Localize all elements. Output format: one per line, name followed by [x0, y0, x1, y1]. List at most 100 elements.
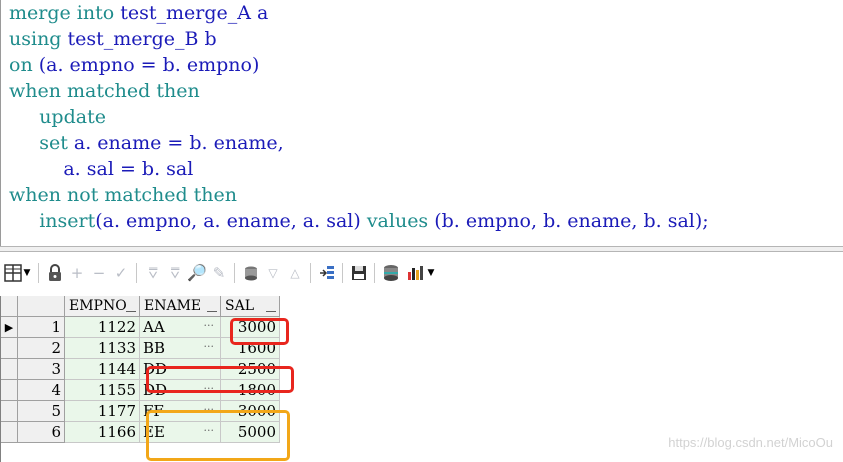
clear-filter-icon[interactable]: ⩢: [164, 262, 186, 284]
code-line: a. sal = b. sal: [9, 156, 193, 182]
sql-keyword: update: [9, 106, 106, 128]
sql-text: (a. empno, a. ename, a. sal): [95, 210, 367, 232]
save-icon[interactable]: [348, 262, 370, 284]
post-record-icon[interactable]: ✓: [110, 262, 132, 284]
sql-keyword: when matched then: [9, 80, 200, 102]
column-header-sal[interactable]: SAL: [220, 296, 280, 317]
lock-icon[interactable]: [44, 262, 66, 284]
row-indicator: [1, 400, 18, 422]
query-by-example-icon[interactable]: [240, 262, 262, 284]
cell-empno[interactable]: 1166: [64, 421, 140, 443]
column-header-ename[interactable]: ENAME: [139, 296, 221, 317]
chart-icon[interactable]: [404, 262, 426, 284]
cell-ename[interactable]: AA ···: [139, 316, 221, 338]
rownum-header: [17, 296, 65, 317]
highlight-sal-row1: [230, 318, 289, 345]
header-row: EMPNO ENAME SAL: [1, 296, 280, 317]
sql-text: a. sal = b. sal: [9, 158, 194, 180]
add-record-icon[interactable]: +: [66, 262, 88, 284]
sql-keyword: when not matched then: [9, 184, 238, 206]
toolbar-separator: [374, 263, 375, 283]
cell-empno-value: 1133: [97, 339, 136, 357]
cell-empno-value: 1144: [97, 360, 136, 378]
cell-empno[interactable]: 1122: [64, 316, 140, 338]
row-indicator-value: ▶: [4, 320, 14, 334]
toolbar-separator: [234, 263, 235, 283]
cell-empno-value: 1122: [97, 318, 136, 336]
sort-marker: [266, 311, 276, 312]
sql-editor[interactable]: merge into test_merge_A a using test_merg…: [0, 0, 843, 246]
row-number: 5: [17, 400, 65, 422]
sql-keyword: on: [9, 54, 39, 76]
cell-ename-value: BB: [143, 339, 166, 357]
ellipsis-button[interactable]: ···: [204, 340, 215, 353]
row-indicator: [1, 421, 18, 443]
cell-empno-value: 1177: [97, 402, 136, 420]
cell-empno[interactable]: 1177: [64, 400, 140, 422]
cell-ename[interactable]: BB ···: [139, 337, 221, 359]
sql-keyword: merge into: [9, 2, 121, 24]
row-number: 4: [17, 379, 65, 401]
row-number-value: 2: [51, 339, 61, 357]
chart-dropdown-icon[interactable]: ▼: [424, 262, 438, 284]
cell-empno[interactable]: 1144: [64, 358, 140, 380]
result-grid[interactable]: EMPNO ENAME SAL ▶ 1 1122 AA ··· 3000 2 1133 BB ··…: [0, 296, 300, 462]
database-icon[interactable]: [380, 262, 402, 284]
row-number-value: 5: [51, 402, 61, 420]
delete-record-icon[interactable]: −: [88, 262, 110, 284]
dropdown-arrow-icon[interactable]: ▼: [20, 262, 34, 284]
sql-keyword: set: [9, 132, 74, 154]
row-number: 1: [17, 316, 65, 338]
row-number-value: 4: [51, 381, 61, 399]
clear-icon[interactable]: ✎: [208, 262, 230, 284]
cell-empno[interactable]: 1133: [64, 337, 140, 359]
column-header-label: ENAME: [144, 298, 202, 314]
column-header-empno[interactable]: EMPNO: [64, 296, 140, 317]
row-number-value: 1: [51, 318, 61, 336]
ellipsis-button[interactable]: ···: [204, 319, 215, 332]
cell-empno-value: 1166: [97, 423, 136, 441]
code-line: insert(a. empno, a. ename, a. sal) value…: [9, 208, 708, 234]
cell-ename-value: AA: [143, 318, 165, 336]
sql-text: (a. empno = b. empno): [38, 54, 260, 76]
toolbar-separator: [38, 263, 39, 283]
column-header-label: EMPNO: [69, 298, 127, 314]
splitter[interactable]: [0, 246, 843, 252]
sql-keyword: insert: [9, 210, 96, 232]
sort-marker: [126, 311, 136, 312]
sql-text: test_merge_A a: [120, 2, 269, 24]
cell-empno[interactable]: 1155: [64, 379, 140, 401]
indicator-header: [1, 296, 18, 317]
row-number-value: 3: [51, 360, 61, 378]
highlight-rows5-6: [146, 410, 290, 461]
filter-icon[interactable]: ⩢: [142, 262, 164, 284]
grid-toolbar: ▼ + − ✓ ⩢ ⩢ 🔎 ✎ ▽ △ ▼: [0, 258, 843, 288]
sql-keyword: values: [366, 210, 435, 232]
code-line: update: [9, 104, 106, 130]
row-indicator: [1, 337, 18, 359]
row-number: 6: [17, 421, 65, 443]
code-line: when not matched then: [9, 182, 237, 208]
export-icon[interactable]: [316, 262, 338, 284]
row-number: 3: [17, 358, 65, 380]
row-number: 2: [17, 337, 65, 359]
highlight-row3: [146, 366, 294, 393]
sql-text: test_merge_B b: [67, 28, 217, 50]
toolbar-separator: [342, 263, 343, 283]
toolbar-separator: [310, 263, 311, 283]
code-line: when matched then: [9, 78, 200, 104]
row-indicator: ▶: [1, 316, 18, 338]
sql-text: a. ename = b. ename,: [73, 132, 284, 154]
sort-marker: [207, 311, 217, 312]
cell-empno-value: 1155: [97, 381, 136, 399]
column-header-label: SAL: [225, 298, 254, 314]
find-icon[interactable]: 🔎: [186, 262, 208, 284]
code-line: merge into test_merge_A a: [9, 0, 268, 26]
code-line: using test_merge_B b: [9, 26, 217, 52]
next-record-icon[interactable]: △: [284, 262, 306, 284]
code-line: set a. ename = b. ename,: [9, 130, 284, 156]
row-indicator: [1, 358, 18, 380]
toolbar-separator: [136, 263, 137, 283]
previous-record-icon[interactable]: ▽: [262, 262, 284, 284]
row-indicator: [1, 379, 18, 401]
